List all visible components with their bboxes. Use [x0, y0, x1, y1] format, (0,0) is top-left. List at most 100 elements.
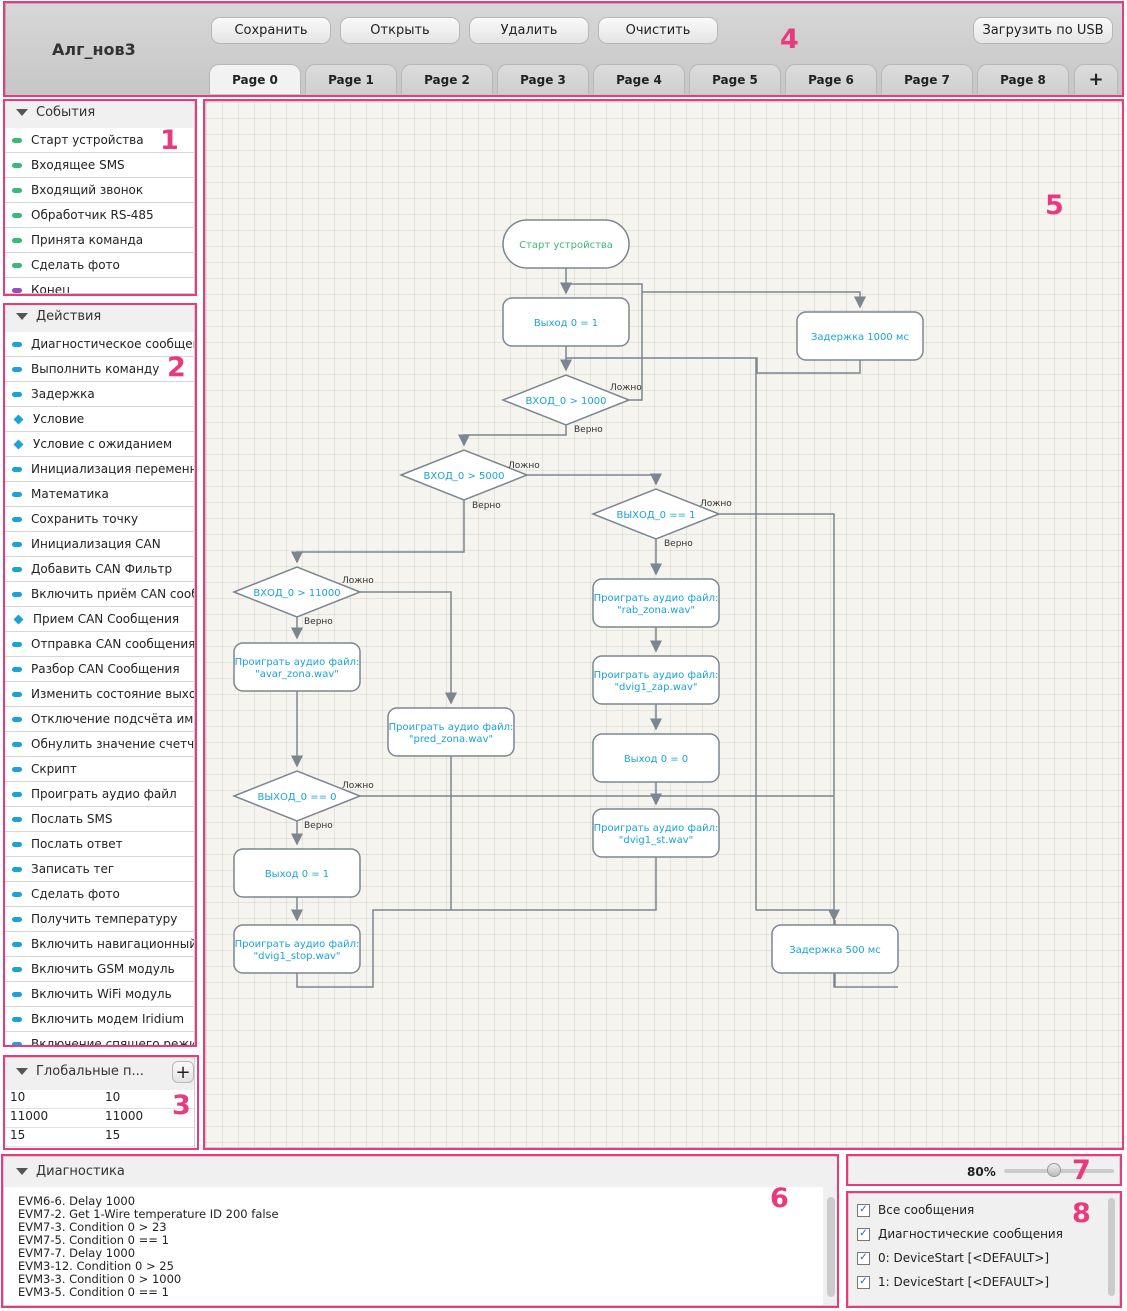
action-item-label: Обнулить значение счетчика — [31, 737, 194, 751]
event-item[interactable]: Входящее SMS — [4, 153, 194, 178]
action-item[interactable]: Условие с ожиданием — [4, 432, 194, 457]
action-item-label: Сделать фото — [31, 887, 120, 901]
action-item-label: Записать тег — [31, 862, 115, 876]
tab-page-6[interactable]: Page 6 — [785, 64, 877, 94]
event-item[interactable]: Конец — [4, 278, 194, 294]
action-item[interactable]: Включить навигационный модуль — [4, 932, 194, 957]
collapse-triangle-icon — [16, 312, 28, 320]
message-filter-row[interactable]: ✓ 0: DeviceStart [<DEFAULT>] — [849, 1246, 1105, 1270]
action-item[interactable]: Сохранить точку — [4, 507, 194, 532]
node-label: ВХОД_0 > 1000 — [526, 396, 607, 407]
filter-scrollbar[interactable] — [1108, 1198, 1115, 1296]
flowchart[interactable]: Старт устройства Выход 0 = 1 Задержка 1000… — [206, 102, 1123, 1148]
add-global-button[interactable]: + — [172, 1061, 194, 1083]
end-marker-icon — [12, 287, 22, 293]
global-variable-value: 15 — [105, 1128, 121, 1142]
tab-page-2[interactable]: Page 2 — [401, 64, 493, 94]
filter-checkbox[interactable]: ✓ — [857, 1203, 870, 1217]
globals-table: 1010110001100015152020 — [4, 1090, 194, 1149]
action-item[interactable]: Включить WiFi модуль — [4, 982, 194, 1007]
action-item-label: Прием CAN Сообщения — [33, 612, 180, 626]
action-item[interactable]: Сделать фото — [4, 882, 194, 907]
add-tab-button[interactable]: + — [1074, 64, 1118, 94]
action-item[interactable]: Послать SMS — [4, 807, 194, 832]
global-variable-row[interactable]: 11000 11000 — [4, 1109, 194, 1128]
action-item[interactable]: Отключение подсчёта импульсов — [4, 707, 194, 732]
action-item[interactable]: Проиграть аудио файл — [4, 782, 194, 807]
globals-header[interactable]: Глобальные п... — [4, 1058, 194, 1084]
tab-page-8[interactable]: Page 8 — [977, 64, 1069, 94]
global-variable-row[interactable]: 15 15 — [4, 1128, 194, 1147]
action-item[interactable]: Получить температуру — [4, 907, 194, 932]
annotation-number-2: 2 — [167, 352, 186, 383]
event-marker-icon — [12, 212, 22, 218]
tab-page-4[interactable]: Page 4 — [593, 64, 685, 94]
condition-marker-icon — [13, 414, 24, 424]
action-item[interactable]: Условие — [4, 407, 194, 432]
actions-panel: Действия Диагностическое сообщение Выполн… — [3, 303, 195, 1047]
action-item[interactable]: Диагностическое сообщение — [4, 332, 194, 357]
global-variable-row[interactable]: 2020 — [4, 1147, 194, 1149]
message-filter-row[interactable]: ✓ Диагностические сообщения — [849, 1222, 1105, 1246]
event-item-label: Конец — [31, 283, 71, 294]
action-item-label: Диагностическое сообщение — [31, 337, 194, 351]
filter-checkbox[interactable]: ✓ — [857, 1227, 870, 1241]
diagnostics-header[interactable]: Диагностика — [4, 1157, 837, 1185]
collapse-triangle-icon — [16, 1167, 28, 1175]
action-item[interactable]: Включить приём CAN сообщений — [4, 582, 194, 607]
filter-checkbox[interactable]: ✓ — [857, 1275, 870, 1289]
diagnostics-scrollbar[interactable] — [827, 1197, 835, 1297]
events-header[interactable]: События — [4, 100, 194, 124]
event-item-label: Обработчик RS-485 — [31, 208, 154, 222]
delete-button[interactable]: Удалить — [469, 17, 589, 44]
actions-header[interactable]: Действия — [4, 304, 194, 328]
action-item[interactable]: Включить модем Iridium — [4, 1007, 194, 1032]
upload-usb-button[interactable]: Загрузить по USB — [973, 17, 1113, 44]
globals-title: Глобальные п... — [36, 1063, 144, 1079]
node-label: Задержка 1000 мс — [811, 332, 909, 343]
tab-page-5[interactable]: Page 5 — [689, 64, 781, 94]
action-item[interactable]: Записать тег — [4, 857, 194, 882]
message-filter-row[interactable]: ✓ 1: DeviceStart [<DEFAULT>] — [849, 1270, 1105, 1294]
action-item[interactable]: Инициализация CAN — [4, 532, 194, 557]
global-variable-row[interactable]: 10 10 — [4, 1090, 194, 1109]
action-item[interactable]: Математика — [4, 482, 194, 507]
action-item[interactable]: Включить GSM модуль — [4, 957, 194, 982]
tab-page-0[interactable]: Page 0 — [209, 64, 301, 94]
node-label: ВЫХОД_0 == 1 — [616, 510, 695, 521]
action-item[interactable]: Задержка — [4, 382, 194, 407]
save-button[interactable]: Сохранить — [211, 17, 331, 44]
action-item-label: Послать ответ — [31, 837, 123, 851]
action-item[interactable]: Изменить состояние выхода — [4, 682, 194, 707]
filter-checkbox[interactable]: ✓ — [857, 1251, 870, 1265]
connector-line — [566, 283, 643, 292]
action-item[interactable]: Обнулить значение счетчика — [4, 732, 194, 757]
zoom-slider-thumb[interactable] — [1046, 1163, 1061, 1177]
action-item[interactable]: Прием CAN Сообщения — [4, 607, 194, 632]
event-item[interactable]: Сделать фото — [4, 253, 194, 278]
action-marker-icon — [12, 341, 22, 347]
action-item-label: Отключение подсчёта импульсов — [31, 712, 194, 726]
action-item[interactable]: Инициализация переменной — [4, 457, 194, 482]
event-item[interactable]: Принята команда — [4, 228, 194, 253]
action-item[interactable]: Выполнить команду — [4, 357, 194, 382]
action-item[interactable]: Включение спящего режима — [4, 1032, 194, 1046]
tab-page-7[interactable]: Page 7 — [881, 64, 973, 94]
flowchart-canvas[interactable]: Старт устройства Выход 0 = 1 Задержка 1000… — [205, 101, 1123, 1148]
tab-page-1[interactable]: Page 1 — [305, 64, 397, 94]
action-item[interactable]: Послать ответ — [4, 832, 194, 857]
action-item[interactable]: Добавить CAN Фильтр — [4, 557, 194, 582]
action-item[interactable]: Скрипт — [4, 757, 194, 782]
action-item[interactable]: Разбор CAN Сообщения — [4, 657, 194, 682]
diagnostics-log[interactable]: EVM6-6. Delay 1000 EVM7-2. Get 1-Wire tem… — [4, 1187, 823, 1305]
tab-page-3[interactable]: Page 3 — [497, 64, 589, 94]
node-label: Выход 0 = 1 — [265, 869, 329, 880]
event-item[interactable]: Входящий звонок — [4, 178, 194, 203]
action-marker-icon — [12, 991, 22, 997]
message-filter-row[interactable]: ✓ Все сообщения — [849, 1198, 1105, 1222]
action-item[interactable]: Отправка CAN сообщения — [4, 632, 194, 657]
clear-button[interactable]: Очистить — [598, 17, 718, 44]
false-branch-label: Ложно — [700, 499, 732, 509]
event-item[interactable]: Обработчик RS-485 — [4, 203, 194, 228]
open-button[interactable]: Открыть — [340, 17, 460, 44]
